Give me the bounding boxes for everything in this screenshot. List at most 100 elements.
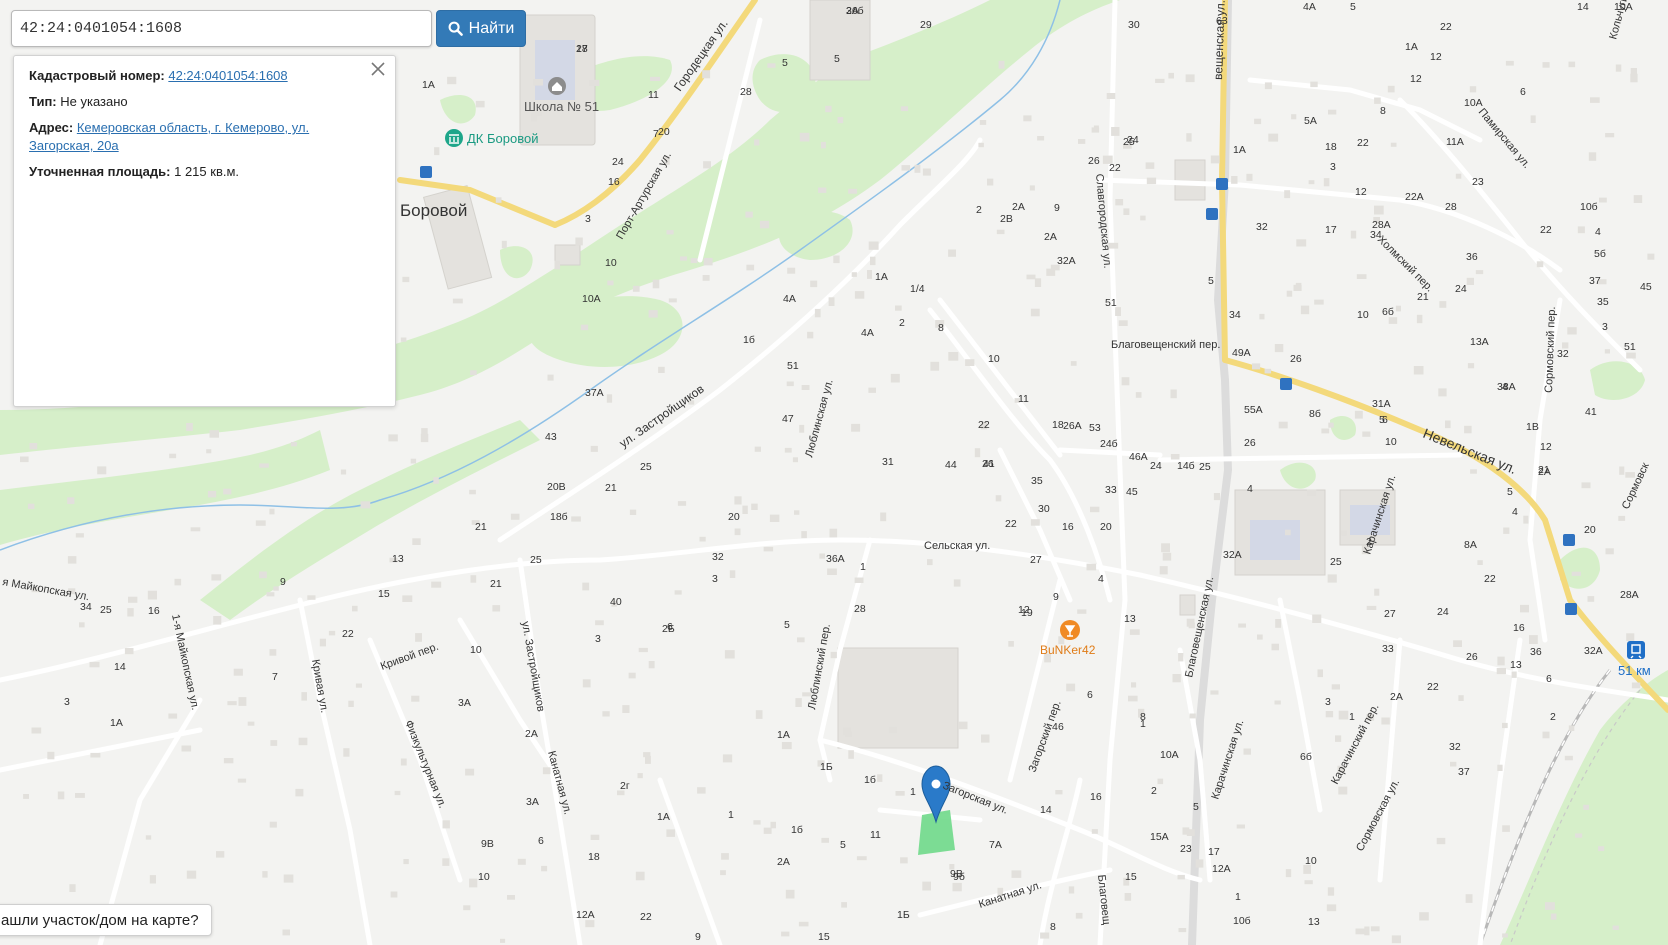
- house-number: 1А: [110, 717, 123, 729]
- house-footprint: [1366, 605, 1377, 610]
- house-footprint: [1231, 176, 1238, 184]
- house-number: 24: [612, 156, 624, 168]
- house-footprint: [801, 385, 810, 390]
- house-footprint: [97, 466, 107, 475]
- house-footprint: [643, 752, 651, 758]
- search-input[interactable]: [11, 10, 432, 47]
- house-number: 30: [1128, 19, 1140, 31]
- house-footprint: [589, 79, 600, 86]
- house-footprint: [27, 503, 35, 509]
- house-footprint: [1588, 152, 1597, 161]
- house-number: 28: [854, 603, 866, 615]
- type-value: Не указано: [60, 94, 128, 109]
- cadastral-label: Кадастровый номер:: [29, 68, 165, 83]
- house-footprint: [190, 527, 201, 532]
- house-number: 2А: [1390, 691, 1403, 703]
- house-footprint: [420, 433, 429, 443]
- house-footprint: [1023, 115, 1032, 122]
- house-number: 36: [1466, 251, 1478, 263]
- house-number: 22А: [1405, 191, 1424, 203]
- house-number: 24: [1150, 460, 1162, 472]
- house-number: 32А: [1223, 549, 1242, 561]
- house-footprint: [1374, 97, 1381, 104]
- house-footprint: [1496, 668, 1506, 675]
- cadastral-link[interactable]: 42:24:0401054:1608: [168, 68, 287, 83]
- house-footprint: [1469, 86, 1477, 93]
- house-number: 23: [1180, 843, 1192, 855]
- house-number: 2: [1366, 536, 1372, 548]
- house-footprint: [266, 592, 275, 597]
- house-footprint: [1300, 305, 1310, 315]
- house-number: 8: [1380, 105, 1386, 117]
- house-footprint: [1091, 829, 1098, 834]
- house-footprint: [1341, 530, 1347, 536]
- house-footprint: [1123, 208, 1130, 215]
- house-footprint: [1618, 515, 1626, 521]
- house-footprint: [402, 595, 413, 602]
- house-footprint: [1257, 634, 1263, 640]
- house-footprint: [29, 443, 38, 450]
- house-footprint: [1295, 282, 1302, 291]
- house-footprint: [1631, 682, 1641, 689]
- house-footprint: [1066, 683, 1076, 692]
- house-footprint: [785, 889, 795, 899]
- address-link-line2[interactable]: Загорская, 20а: [29, 138, 119, 153]
- house-number: 5А: [1304, 115, 1317, 127]
- house-footprint: [124, 648, 134, 655]
- house-footprint: [880, 512, 887, 522]
- close-icon[interactable]: [369, 60, 387, 78]
- house-footprint: [1545, 902, 1555, 910]
- house-footprint: [900, 106, 909, 112]
- house-footprint: [541, 865, 548, 872]
- house-number: 2: [1151, 785, 1157, 797]
- house-footprint: [1374, 588, 1380, 596]
- house-number: 17: [1325, 224, 1337, 236]
- house-number: 25: [100, 604, 112, 616]
- house-footprint: [769, 514, 780, 522]
- house-footprint: [1070, 361, 1077, 366]
- address-link-line1[interactable]: Кемеровская область, г. Кемерово, ул.: [77, 120, 309, 135]
- house-number: 33: [1105, 484, 1117, 496]
- house-footprint: [47, 751, 55, 760]
- house-number: 6: [1382, 414, 1388, 426]
- house-footprint: [837, 117, 844, 124]
- house-footprint: [227, 701, 237, 706]
- house-footprint: [830, 651, 837, 659]
- house-number: 37: [1458, 766, 1470, 778]
- house-footprint: [1111, 127, 1120, 136]
- house-number: 35: [1597, 296, 1609, 308]
- house-number: 11А: [1446, 136, 1464, 148]
- house-number: 6: [538, 835, 544, 847]
- house-footprint: [1381, 717, 1390, 725]
- house-number: 4А: [861, 327, 874, 339]
- house-number: 12: [1410, 73, 1422, 85]
- help-button[interactable]: ашли участок/дом на карте?: [0, 904, 212, 936]
- house-footprint: [1040, 932, 1050, 939]
- house-footprint: [1189, 713, 1196, 719]
- search-button[interactable]: Найти: [436, 10, 526, 47]
- house-number: 17: [576, 43, 588, 55]
- house-footprint: [751, 503, 758, 510]
- house-footprint: [825, 105, 832, 113]
- house-number: 2г: [620, 780, 630, 792]
- house-number: 24: [1455, 283, 1467, 295]
- house-number: 22: [342, 628, 354, 640]
- house-number: 21: [605, 482, 617, 494]
- house-footprint: [295, 788, 304, 797]
- house-footprint: [845, 731, 852, 737]
- house-footprint: [794, 510, 800, 515]
- house-number: 31: [882, 456, 894, 468]
- house-number: 45: [1640, 281, 1652, 293]
- house-footprint: [470, 370, 477, 376]
- house-number: 29: [920, 19, 932, 31]
- house-footprint: [270, 740, 278, 746]
- house-number: 27: [1384, 608, 1396, 620]
- house-footprint: [1583, 804, 1589, 810]
- house-number: 8б: [1309, 408, 1321, 420]
- house-footprint: [722, 754, 733, 763]
- dk-label: ДК Боровой: [467, 131, 538, 146]
- house-footprint: [978, 142, 984, 148]
- house-footprint: [829, 528, 838, 538]
- street-blagoveshch-top: вещенская ул.: [1211, 0, 1228, 80]
- house-footprint: [827, 568, 837, 575]
